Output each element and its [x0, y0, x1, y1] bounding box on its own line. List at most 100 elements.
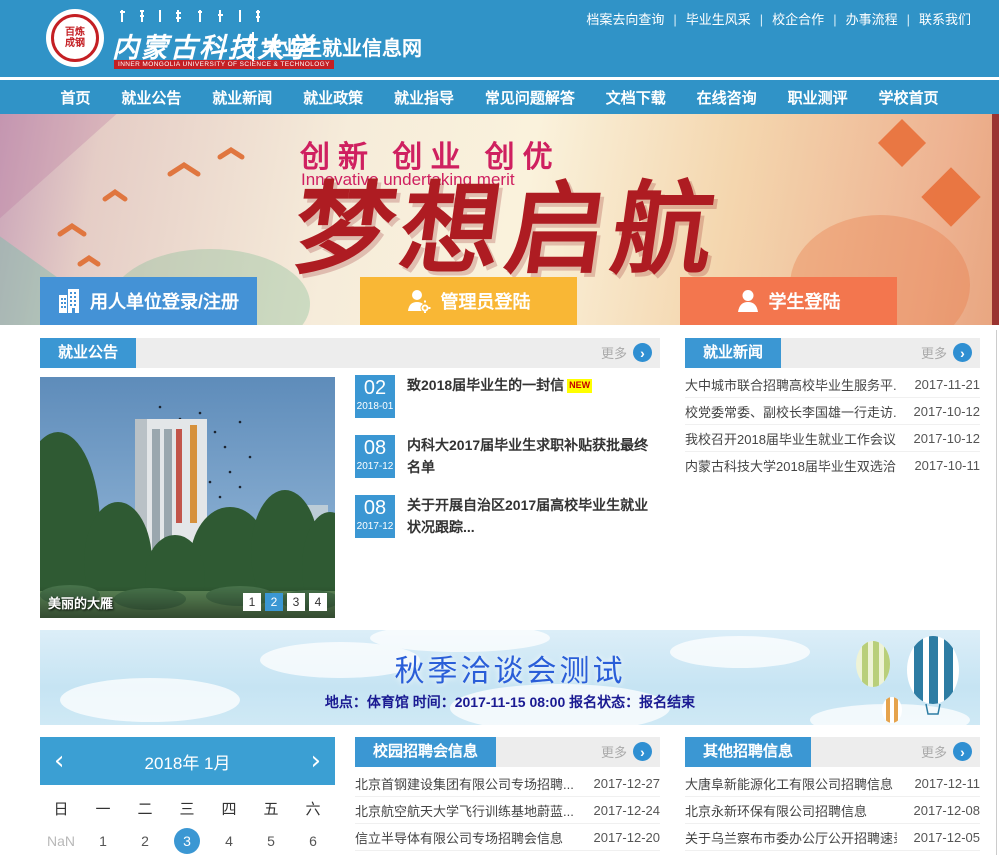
calendar-date-row: NaN123456 — [40, 833, 335, 849]
graduation-cap-icon — [878, 119, 926, 167]
calendar-weekday: 二 — [124, 798, 166, 819]
announcement-title: 关于开展自治区2017届高校毕业生就业状况跟踪...NEW — [395, 495, 660, 538]
news-more-link[interactable]: 更多 › — [921, 343, 972, 362]
carousel-caption-bar: 美丽的大雁 1234 — [40, 586, 335, 618]
building-icon — [58, 289, 80, 313]
page: 百炼 成钢 内蒙古科技大学 INNER MONGOLIA UNIVERSITY … — [0, 0, 999, 855]
seal-line2: 成钢 — [65, 38, 85, 49]
news-item-date: 2017-11-21 — [914, 377, 980, 392]
new-badge: NEW — [567, 379, 592, 393]
calendar-date[interactable]: 1 — [82, 833, 124, 849]
calendar-weekday: 三 — [166, 798, 208, 819]
news-section-header: 就业新闻 更多 › — [685, 338, 980, 368]
campus-job-date: 2017-12-20 — [594, 830, 661, 845]
news-item-date: 2017-10-11 — [914, 458, 980, 473]
news-title: 就业新闻 — [685, 338, 781, 368]
graduation-cap-icon — [921, 167, 980, 226]
other-jobs-more-link[interactable]: 更多 › — [921, 742, 972, 761]
other-job-item[interactable]: 关于乌兰察布市委办公厅公开招聘速录 2017-12-05 — [685, 824, 980, 851]
nav-item[interactable]: 文档下载 — [606, 87, 666, 108]
nav-item[interactable]: 就业政策 — [303, 87, 363, 108]
nav-item[interactable]: 在线咨询 — [697, 87, 757, 108]
calendar-weekday: 六 — [292, 798, 334, 819]
campus-jobs-list: 北京首钢建设集团有限公司专场招聘... 2017-12-27 北京航空航天大学飞… — [355, 770, 660, 855]
chevron-left-icon[interactable]: ‹ — [54, 748, 64, 774]
date-badge: 02 2018-01 — [355, 375, 395, 418]
seal-line1: 百炼 — [65, 27, 85, 38]
calendar-weekday: 五 — [250, 798, 292, 819]
news-item[interactable]: 我校召开2018届毕业生就业工作会议 2017-10-12 — [685, 425, 980, 452]
announcement-title-text: 关于开展自治区2017届高校毕业生就业状况跟踪... — [407, 497, 648, 535]
more-label: 更多 — [601, 343, 627, 362]
other-job-date: 2017-12-08 — [914, 803, 981, 818]
news-item[interactable]: 校党委常委、副校长李国雄一行走访... 2017-10-12 — [685, 398, 980, 425]
chevron-right-icon[interactable]: › — [311, 748, 321, 774]
date-month: 2017-12 — [355, 461, 395, 473]
other-job-item[interactable]: 北京永新环保有限公司招聘信息 2017-12-08 — [685, 797, 980, 824]
date-day: 08 — [355, 435, 395, 461]
news-list: 大中城市联合招聘高校毕业生服务平... 2017-11-21 校党委常委、副校长… — [685, 371, 980, 479]
nav-item[interactable]: 学校首页 — [878, 87, 938, 108]
top-link[interactable]: 办事流程 — [846, 9, 919, 28]
job-fair-details: 地点：体育馆 时间：2017-11-15 08:00 报名状态：报名结束 — [40, 692, 980, 712]
carousel-page-button[interactable]: 4 — [309, 593, 327, 611]
date-month: 2017-12 — [355, 521, 395, 533]
announcement-item[interactable]: 02 2018-01 致2018届毕业生的一封信NEW — [355, 375, 660, 418]
carousel-pagination: 1234 — [243, 593, 327, 611]
admin-gear-icon — [407, 289, 431, 313]
nav-item[interactable]: 就业公告 — [121, 87, 181, 108]
campus-job-item[interactable]: 北京航空航天大学飞行训练基地蔚蓝... 2017-12-24 — [355, 797, 660, 824]
top-links: 档案去向查询毕业生风采校企合作办事流程联系我们 — [586, 9, 971, 28]
other-job-title: 关于乌兰察布市委办公厅公开招聘速录 — [685, 828, 897, 847]
birds-icon — [50, 139, 280, 269]
calendar-weekday: 日 — [40, 798, 82, 819]
announcement-item[interactable]: 08 2017-12 关于开展自治区2017届高校毕业生就业状况跟踪...NEW — [355, 495, 660, 538]
news-item-title: 大中城市联合招聘高校毕业生服务平... — [685, 375, 897, 394]
other-job-title: 北京永新环保有限公司招聘信息 — [685, 801, 867, 820]
announcement-carousel[interactable]: 美丽的大雁 1234 — [40, 377, 335, 618]
campus-job-item[interactable]: 中节能大地国际再生资源有限公司专... 2017-12-18 — [355, 851, 660, 855]
carousel-page-button[interactable]: 1 — [243, 593, 261, 611]
campus-job-item[interactable]: 信立半导体有限公司专场招聘会信息 2017-12-20 — [355, 824, 660, 851]
admin-login-button[interactable]: 管理员登陆 — [360, 277, 577, 325]
top-link[interactable]: 毕业生风采 — [686, 9, 772, 28]
announcement-item[interactable]: 08 2017-12 内科大2017届毕业生求职补贴获批最终名单NEW — [355, 435, 660, 478]
carousel-page-button[interactable]: 2 — [265, 593, 283, 611]
other-job-item[interactable]: 大唐阜新能源化工有限公司招聘信息 2017-12-11 — [685, 770, 980, 797]
calendar-date[interactable]: NaN — [40, 833, 82, 849]
employer-login-button[interactable]: 用人单位登录/注册 — [40, 277, 257, 325]
calendar-date[interactable]: 3 — [166, 833, 208, 849]
nav-item[interactable]: 常见问题解答 — [485, 87, 575, 108]
date-day: 08 — [355, 495, 395, 521]
other-job-item[interactable]: “恒大杯·中大未来”恒大集团“恒园计... 2017-12-01 — [685, 851, 980, 855]
campus-job-date: 2017-12-24 — [594, 803, 661, 818]
top-link[interactable]: 档案去向查询 — [586, 9, 685, 28]
nav-item[interactable]: 职业测评 — [788, 87, 848, 108]
calendar-date[interactable]: 5 — [250, 833, 292, 849]
nav-item[interactable]: 就业指导 — [394, 87, 454, 108]
campus-jobs-more-link[interactable]: 更多 › — [601, 742, 652, 761]
nav-item[interactable]: 首页 — [60, 87, 90, 108]
news-item[interactable]: 大中城市联合招聘高校毕业生服务平... 2017-11-21 — [685, 371, 980, 398]
announcements-more-link[interactable]: 更多 › — [601, 343, 652, 362]
mongolian-script-icon — [116, 8, 266, 24]
announcement-title-text: 致2018届毕业生的一封信 — [407, 377, 564, 393]
job-fair-banner[interactable]: 秋季洽谈会测试 地点：体育馆 时间：2017-11-15 08:00 报名状态：… — [40, 630, 980, 725]
nav-item[interactable]: 就业新闻 — [212, 87, 272, 108]
top-link[interactable]: 联系我们 — [919, 9, 971, 28]
campus-job-title: 北京首钢建设集团有限公司专场招聘... — [355, 774, 574, 793]
calendar-date[interactable]: 6 — [292, 833, 334, 849]
other-job-date: 2017-12-11 — [914, 776, 980, 791]
calendar-date[interactable]: 2 — [124, 833, 166, 849]
student-login-button[interactable]: 学生登陆 — [680, 277, 897, 325]
calendar-date[interactable]: 4 — [208, 833, 250, 849]
banner-headline: 梦想启航 — [288, 178, 727, 283]
news-item[interactable]: 内蒙古科技大学2018届毕业生双选洽... 2017-10-11 — [685, 452, 980, 479]
main-nav: 首页 就业公告 就业新闻 就业政策 就业指导 常见问题解答 文档下载 在线咨询 职业测评 学校首页 — [0, 77, 999, 114]
campus-jobs-title: 校园招聘会信息 — [355, 737, 496, 767]
campus-job-date: 2017-12-27 — [594, 776, 661, 791]
campus-job-item[interactable]: 北京首钢建设集团有限公司专场招聘... 2017-12-27 — [355, 770, 660, 797]
carousel-page-button[interactable]: 3 — [287, 593, 305, 611]
top-link[interactable]: 校企合作 — [772, 9, 845, 28]
calendar-title: 2018年 1月 — [145, 749, 231, 774]
